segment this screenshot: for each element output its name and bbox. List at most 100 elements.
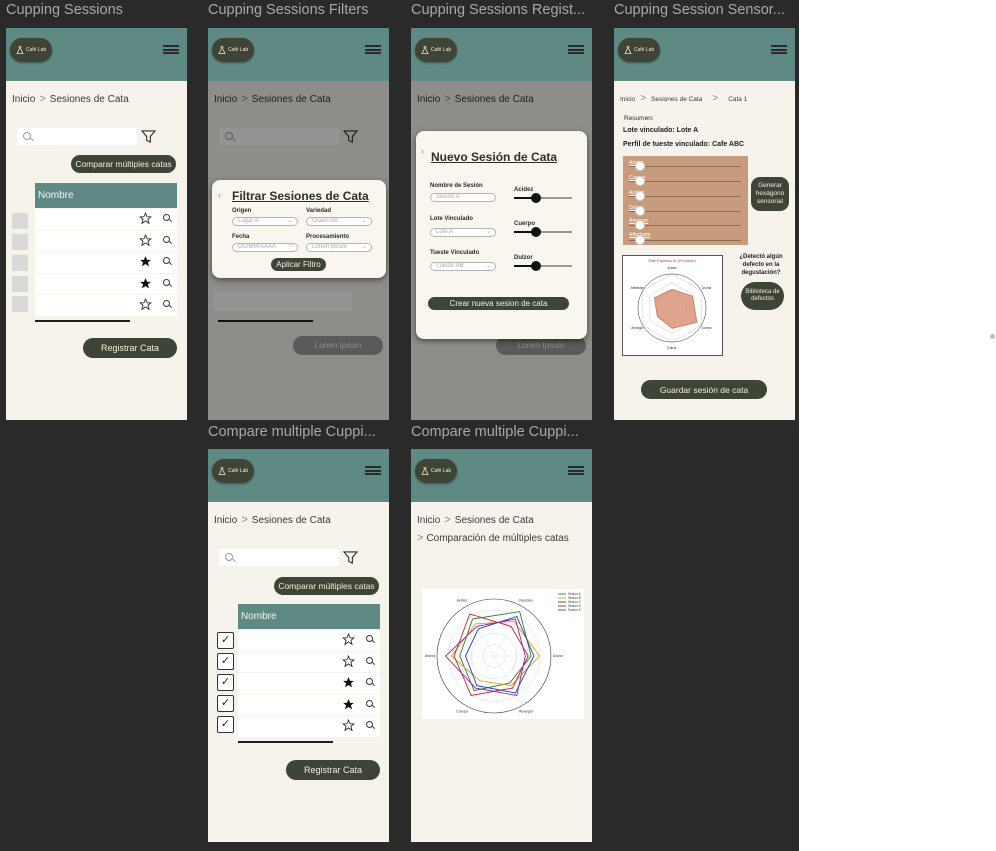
slider-knob[interactable] [531,227,542,237]
create-session-button[interactable]: Crear nueva sesion de cata [428,297,569,310]
attribute-knob[interactable] [635,161,646,171]
star-outline-icon[interactable] [342,654,355,668]
attribute-knob[interactable] [635,220,646,230]
view-icon[interactable] [366,678,373,685]
table-row[interactable] [35,273,177,294]
row-checkbox[interactable]: ✓ [217,716,234,733]
back-chevron-icon[interactable]: ‹ [218,190,221,200]
scrollbar[interactable] [238,741,333,743]
logo-button[interactable]: Café Lab [212,38,254,62]
origen-select[interactable]: Lugar A ⌄ [232,217,298,226]
row-checkbox[interactable]: ✓ [217,653,234,670]
table-row[interactable] [238,716,380,737]
table-row[interactable] [238,673,380,694]
tueste-select[interactable]: Tueste AB ⌄ [430,262,496,271]
logo-button[interactable]: Café Lab [415,38,457,62]
breadcrumb-home[interactable]: Inicio [12,94,35,105]
view-icon[interactable] [163,300,170,307]
apply-filter-button[interactable]: Aplicar Filtro [271,258,326,271]
fecha-input[interactable]: DD/MM/AAAA ▭ [232,243,298,252]
cuerpo-slider[interactable] [514,227,572,237]
register-button[interactable]: Registrar Cata [286,760,380,780]
view-icon[interactable] [366,699,373,707]
breadcrumb-section[interactable]: Sesiones de Cata [651,96,702,103]
row-checkbox[interactable]: ✓ [217,674,234,691]
lote-select[interactable]: Lote A ⌄ [430,228,496,237]
attribute-track[interactable] [629,176,741,186]
table-row[interactable] [35,295,177,316]
row-select-box[interactable] [12,255,28,271]
register-button[interactable]: Registrar Cata [83,338,177,358]
search-input[interactable] [17,128,137,145]
generate-hexagon-button[interactable]: Generar hexágono sensorial [751,177,789,211]
breadcrumb-section[interactable]: Sesiones de Cata [252,515,331,526]
breadcrumb-section[interactable]: Sesiones de Cata [50,94,129,105]
nombre-input[interactable]: Sesion A [430,193,496,202]
row-checkbox[interactable]: ✓ [217,632,234,649]
slider-knob[interactable] [531,193,542,203]
attribute-knob[interactable] [635,206,646,216]
slider-knob[interactable] [531,261,542,271]
star-filled-icon[interactable] [139,255,152,268]
variedad-select[interactable]: Grano AB ⌄ [306,217,372,226]
view-icon[interactable] [163,278,170,286]
star-outline-icon[interactable] [342,719,355,732]
table-row[interactable] [238,694,380,715]
compare-button[interactable]: Comparar múltiples catas [274,577,379,595]
row-select-box[interactable] [12,234,28,250]
acidez-slider[interactable] [514,193,572,203]
menu-icon[interactable] [771,45,787,54]
back-chevron-icon[interactable]: ‹ [421,146,424,156]
menu-icon[interactable] [365,45,381,54]
table-row[interactable] [35,230,177,251]
table-row[interactable] [35,252,177,273]
logo-button[interactable]: Café Lab [10,38,52,62]
attribute-track[interactable] [629,220,741,230]
compare-button[interactable]: Comparar múltiples catas [71,155,176,173]
view-icon[interactable] [366,721,373,728]
attribute-knob[interactable] [635,191,646,201]
menu-icon[interactable] [568,45,584,54]
filter-icon[interactable] [141,129,156,144]
star-outline-icon[interactable] [342,633,355,646]
breadcrumb-home[interactable]: Inicio [620,96,635,103]
attribute-track[interactable] [629,161,741,171]
view-icon[interactable] [163,257,170,264]
breadcrumb-section[interactable]: Sesiones de Cata [455,515,534,526]
search-input[interactable] [219,549,339,566]
attribute-track[interactable] [629,191,741,201]
star-outline-icon[interactable] [139,233,152,247]
logo-button[interactable]: Café Lab [415,459,457,483]
star-filled-icon[interactable] [342,698,355,711]
table-row[interactable] [238,651,380,672]
filter-icon[interactable] [343,550,358,565]
scrollbar[interactable] [35,320,130,322]
logo-button[interactable]: Café Lab [618,38,660,62]
breadcrumb-home[interactable]: Inicio [214,515,237,526]
star-filled-icon[interactable] [342,676,355,689]
defect-library-button[interactable]: Biblioteca de defectos [741,282,784,310]
row-select-box[interactable] [12,213,28,229]
star-outline-icon[interactable] [139,298,152,311]
table-row[interactable] [35,209,177,230]
breadcrumb-home[interactable]: Inicio [417,515,440,526]
view-icon[interactable] [366,656,373,664]
view-icon[interactable] [163,214,170,221]
view-icon[interactable] [366,635,373,642]
dulzor-slider[interactable] [514,261,572,271]
menu-icon[interactable] [163,45,179,54]
attribute-knob[interactable] [635,176,646,186]
row-checkbox[interactable]: ✓ [217,695,234,712]
attribute-track[interactable] [629,206,741,216]
attribute-track[interactable] [629,235,741,245]
menu-icon[interactable] [568,466,584,475]
procesamiento-select[interactable]: Lorem Ipsum ⌄ [306,243,372,252]
logo-button[interactable]: Café Lab [212,459,254,483]
save-session-button[interactable]: Guardar sesión de cata [641,380,767,399]
row-select-box[interactable] [12,276,28,292]
view-icon[interactable] [163,235,170,243]
star-outline-icon[interactable] [139,212,152,225]
row-select-box[interactable] [12,296,28,312]
table-row[interactable] [238,630,380,651]
attribute-knob[interactable] [635,235,646,245]
